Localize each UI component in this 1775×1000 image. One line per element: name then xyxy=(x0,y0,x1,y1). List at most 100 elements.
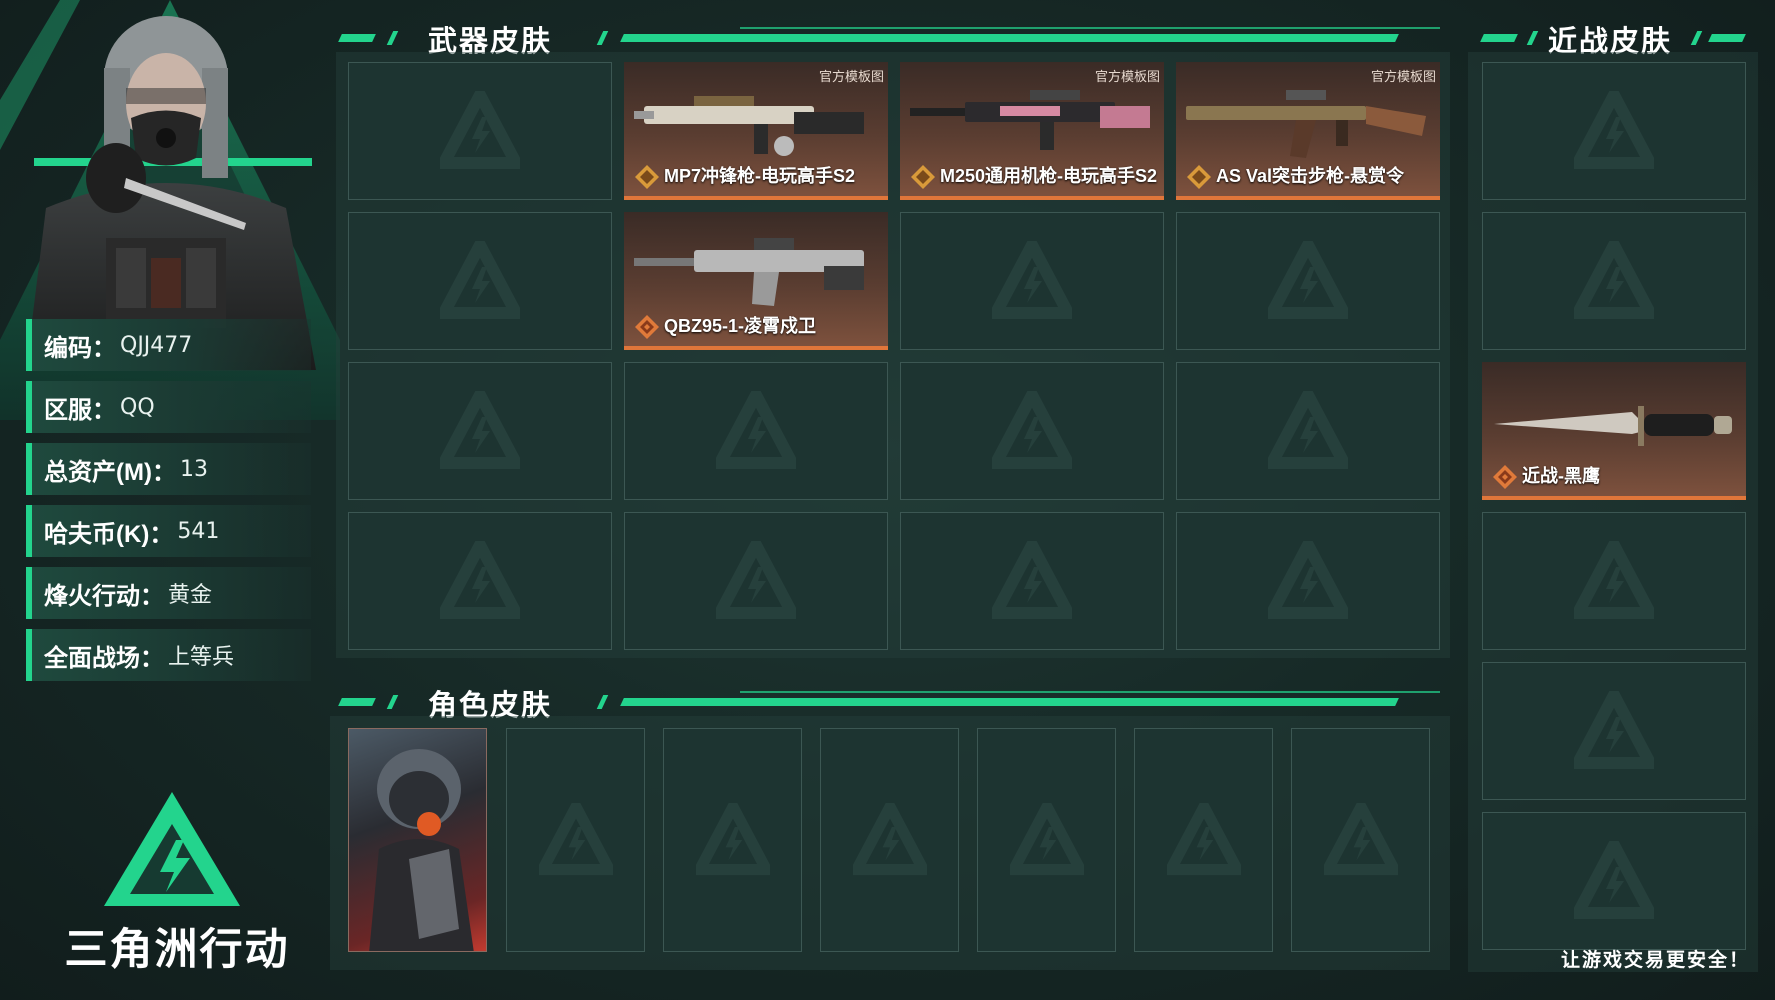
header-line xyxy=(740,691,1440,693)
watermark-logo-icon xyxy=(716,391,796,469)
header-accent xyxy=(620,34,1399,42)
watermark-logo-icon xyxy=(1166,803,1241,876)
character-slot-empty xyxy=(1134,728,1273,952)
weapon-slot-empty xyxy=(348,212,612,350)
header-accent xyxy=(1708,34,1746,42)
field-value: QQ xyxy=(120,394,155,420)
character-slot-empty xyxy=(506,728,645,952)
melee-slot-empty xyxy=(1482,812,1746,950)
profile-field-warfare-rank: 全面战场： 上等兵 xyxy=(26,629,311,681)
header-accent xyxy=(1480,34,1518,42)
character-slot-empty xyxy=(1291,728,1430,952)
character-skin-card[interactable] xyxy=(348,728,487,952)
rare-diamond-icon xyxy=(635,315,659,339)
watermark-logo-icon xyxy=(992,391,1072,469)
operator-portrait xyxy=(26,16,316,370)
watermark-logo-icon xyxy=(440,391,520,469)
header-tick xyxy=(1526,31,1539,45)
weapon-slot-empty xyxy=(1176,362,1440,500)
weapon-skin-card[interactable]: 官方模板图 AS Val突击步枪-悬赏令 xyxy=(1176,62,1440,200)
weapon-image xyxy=(634,96,864,156)
profile-field-server: 区服： QQ xyxy=(26,381,311,433)
weapon-slot-empty xyxy=(624,362,888,500)
weapon-slot-empty xyxy=(900,512,1164,650)
header-tick xyxy=(386,31,399,45)
header-accent xyxy=(338,34,376,42)
profile-field-code: 编码： QJJ477 xyxy=(26,319,311,371)
watermark-logo-icon xyxy=(440,91,520,169)
field-value: 541 xyxy=(177,518,220,544)
watermark-logo-icon xyxy=(992,541,1072,619)
header-tick xyxy=(596,695,609,709)
header-accent xyxy=(338,698,376,706)
field-value: 13 xyxy=(179,456,208,482)
melee-slot-empty xyxy=(1482,512,1746,650)
weapon-skin-card[interactable]: 官方模板图 M250通用机枪-电玩高手S2 xyxy=(900,62,1164,200)
character-grid xyxy=(330,716,1450,970)
delta-force-logo-icon xyxy=(104,792,240,906)
watermark-logo-icon xyxy=(1323,803,1398,876)
profile-field-havoc-coin: 哈夫币(K)： 541 xyxy=(26,505,311,557)
header-tick xyxy=(1690,31,1703,45)
watermark-logo-icon xyxy=(440,541,520,619)
profile-field-operations-rank: 烽火行动： 黄金 xyxy=(26,567,311,619)
weapon-slot-empty xyxy=(348,62,612,200)
header-line xyxy=(740,27,1440,29)
melee-image xyxy=(1494,406,1732,446)
weapon-image xyxy=(634,238,864,306)
header-tick xyxy=(596,31,609,45)
field-label: 全面战场： xyxy=(44,644,164,672)
character-slot-empty xyxy=(663,728,802,952)
melee-skin-name: 近战-黑鹰 xyxy=(1522,466,1600,486)
weapon-slot-empty xyxy=(624,512,888,650)
weapon-slot-empty xyxy=(900,212,1164,350)
footer-slogan: 让游戏交易更安全！ xyxy=(1560,950,1750,971)
weapon-grid: 官方模板图 MP7冲锋枪-电玩高手S2 官方模板图 M250通用机枪-电玩高手S… xyxy=(336,52,1450,658)
weapon-skin-card[interactable]: 官方模板图 MP7冲锋枪-电玩高手S2 xyxy=(624,62,888,200)
watermark-logo-icon xyxy=(440,241,520,319)
watermark-logo-icon xyxy=(1574,91,1654,169)
watermark-logo-icon xyxy=(1268,391,1348,469)
field-label: 烽火行动： xyxy=(44,582,164,610)
field-value: 上等兵 xyxy=(168,645,235,670)
legendary-badge-icon xyxy=(1187,165,1211,189)
weapon-slot-empty xyxy=(348,362,612,500)
weapon-slot-empty xyxy=(900,362,1164,500)
field-label: 编码： xyxy=(44,334,116,362)
profile-field-total-assets: 总资产(M)： 13 xyxy=(26,443,311,495)
field-label: 哈夫币(K)： xyxy=(44,520,174,548)
rare-diamond-icon xyxy=(1493,465,1517,489)
melee-slot-empty xyxy=(1482,62,1746,200)
weapon-skin-name: AS Val突击步枪-悬赏令 xyxy=(1216,166,1405,186)
weapon-image xyxy=(1186,90,1426,158)
character-slot-empty xyxy=(820,728,959,952)
watermark-logo-icon xyxy=(538,803,613,876)
watermark-logo-icon xyxy=(695,803,770,876)
brand-name: 三角洲行动 xyxy=(64,926,290,974)
legendary-badge-icon xyxy=(911,165,935,189)
weapon-slot-empty xyxy=(1176,212,1440,350)
watermark-logo-icon xyxy=(1574,541,1654,619)
field-label: 区服： xyxy=(44,396,116,424)
character-image xyxy=(369,749,474,951)
watermark-logo-icon xyxy=(992,241,1072,319)
melee-slot-empty xyxy=(1482,212,1746,350)
character-slot-empty xyxy=(977,728,1116,952)
watermark-logo-icon xyxy=(1574,691,1654,769)
header-tick xyxy=(386,695,399,709)
watermark-logo-icon xyxy=(1574,841,1654,919)
watermark-logo-icon xyxy=(716,541,796,619)
field-label: 总资产(M)： xyxy=(44,458,176,486)
watermark-logo-icon xyxy=(1009,803,1084,876)
melee-grid: 近战-黑鹰 xyxy=(1468,52,1758,972)
weapon-skin-name: M250通用机枪-电玩高手S2 xyxy=(940,166,1158,186)
weapon-slot-empty xyxy=(1176,512,1440,650)
melee-skin-card[interactable]: 近战-黑鹰 xyxy=(1482,362,1746,500)
profile-panel: 编码： QJJ477 区服： QQ 总资产(M)： 13 哈夫币(K)： 541… xyxy=(0,0,340,1000)
watermark-logo-icon xyxy=(1574,241,1654,319)
header-accent xyxy=(620,698,1399,706)
weapon-skin-card[interactable]: QBZ95-1-凌霄戍卫 xyxy=(624,212,888,350)
watermark-logo-icon xyxy=(1268,541,1348,619)
field-value: 黄金 xyxy=(168,583,213,608)
watermark-logo-icon xyxy=(1268,241,1348,319)
